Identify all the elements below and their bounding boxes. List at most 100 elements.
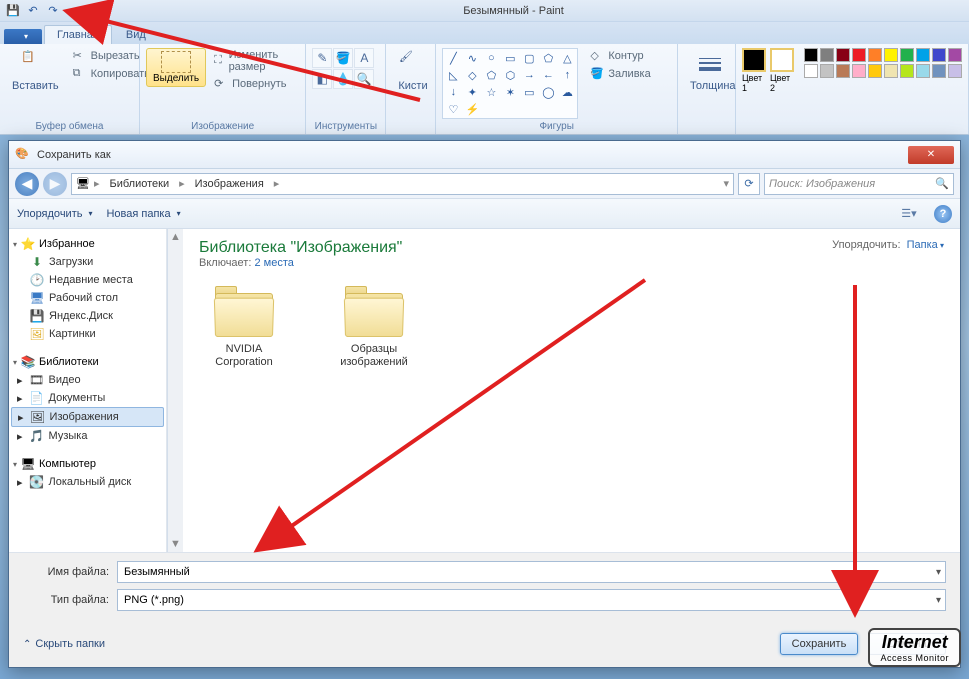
size-button[interactable]: Толщина xyxy=(684,48,742,94)
palette-color[interactable] xyxy=(820,64,834,78)
shape-oval-icon[interactable]: ○ xyxy=(482,50,500,66)
filename-dropdown-icon[interactable]: ▾ xyxy=(936,567,941,578)
breadcrumb-home-icon[interactable]: 🖥 xyxy=(76,177,90,190)
tree-video[interactable]: ▸🎞Видео xyxy=(11,371,164,389)
files-area[interactable]: NVIDIA Corporation Образцы изображений xyxy=(183,273,960,552)
palette-color[interactable] xyxy=(820,48,834,62)
folder-samples[interactable]: Образцы изображений xyxy=(329,285,419,369)
nav-forward-button[interactable]: ▶ xyxy=(43,172,67,196)
filetype-dropdown-icon[interactable]: ▾ xyxy=(936,595,941,606)
brush-button[interactable]: 🖌 Кисти xyxy=(392,48,433,94)
shape-curve-icon[interactable]: ∿ xyxy=(463,50,481,66)
palette-color[interactable] xyxy=(948,64,962,78)
tree-computer[interactable]: ▾🖥Компьютер xyxy=(11,455,164,473)
shape-pentagon-icon[interactable]: ⬠ xyxy=(482,67,500,83)
library-places-link[interactable]: 2 места xyxy=(254,257,293,269)
fill-button[interactable]: 🪣Заливка xyxy=(586,66,654,82)
new-folder-button[interactable]: Новая папка xyxy=(106,208,180,220)
select-button[interactable]: Выделить xyxy=(146,48,206,87)
shape-heart-icon[interactable]: ♡ xyxy=(444,101,462,117)
qat-undo-icon[interactable]: ↶ xyxy=(24,2,42,20)
organize-button[interactable]: Упорядочить xyxy=(17,208,92,220)
tab-home[interactable]: Главная xyxy=(44,25,112,44)
tree-images[interactable]: ▸🖼Изображения xyxy=(11,407,164,427)
color1-button[interactable]: Цвет 1 xyxy=(742,48,766,93)
tab-view[interactable]: Вид xyxy=(114,26,158,44)
sort-dropdown[interactable]: Папка xyxy=(907,239,944,251)
tree-libraries[interactable]: ▾📚Библиотеки xyxy=(11,353,164,371)
palette-color[interactable] xyxy=(884,48,898,62)
tree-pictures-fav[interactable]: 🖼Картинки xyxy=(11,325,164,343)
shape-diamond-icon[interactable]: ◇ xyxy=(463,67,481,83)
tree-yadisk[interactable]: 💾Яндекс.Диск xyxy=(11,307,164,325)
shape-uarrow-icon[interactable]: ↑ xyxy=(558,67,576,83)
resize-button[interactable]: ⛶Изменить размер xyxy=(210,48,299,74)
shape-callout-rr-icon[interactable]: ▭ xyxy=(520,84,538,100)
tree-documents[interactable]: ▸📄Документы xyxy=(11,389,164,407)
breadcrumb-libraries[interactable]: Библиотеки xyxy=(104,178,176,190)
shape-6star-icon[interactable]: ✶ xyxy=(501,84,519,100)
nav-scrollbar[interactable]: ▲▼ xyxy=(167,229,183,552)
palette-color[interactable] xyxy=(852,48,866,62)
save-button[interactable]: Сохранить xyxy=(780,633,858,655)
view-mode-button[interactable]: ☰▾ xyxy=(898,205,920,223)
shape-darrow-icon[interactable]: ↓ xyxy=(444,84,462,100)
palette-color[interactable] xyxy=(932,64,946,78)
qat-redo-icon[interactable]: ↷ xyxy=(44,2,62,20)
palette-color[interactable] xyxy=(884,64,898,78)
palette-color[interactable] xyxy=(948,48,962,62)
shape-gallery[interactable]: ╱∿○▭▢⬠△ ◺◇⬠⬡→←↑ ↓✦☆✶▭◯☁ ♡⚡ xyxy=(442,48,578,119)
shape-hexagon-icon[interactable]: ⬡ xyxy=(501,67,519,83)
tree-downloads[interactable]: ⬇Загрузки xyxy=(11,253,164,271)
text-tool[interactable]: A xyxy=(354,48,374,68)
outline-button[interactable]: ◇Контур xyxy=(586,48,654,64)
qat-save-icon[interactable]: 💾 xyxy=(4,2,22,20)
palette-color[interactable] xyxy=(836,64,850,78)
folder-nvidia[interactable]: NVIDIA Corporation xyxy=(199,285,289,369)
shape-polygon-icon[interactable]: ⬠ xyxy=(539,50,557,66)
hide-folders-button[interactable]: Скрыть папки xyxy=(23,638,105,650)
shape-callout-cloud-icon[interactable]: ☁ xyxy=(558,84,576,100)
tree-music[interactable]: ▸🎵Музыка xyxy=(11,427,164,445)
rotate-button[interactable]: ⟳Повернуть xyxy=(210,76,299,92)
tree-recent[interactable]: 🕑Недавние места xyxy=(11,271,164,289)
breadcrumb[interactable]: 🖥▸ Библиотеки▸ Изображения▸ ▾ xyxy=(71,173,734,195)
file-tab[interactable] xyxy=(4,29,42,44)
palette-color[interactable] xyxy=(916,64,930,78)
palette-color[interactable] xyxy=(900,64,914,78)
zoom-tool[interactable]: 🔍 xyxy=(354,69,374,89)
shape-4star-icon[interactable]: ✦ xyxy=(463,84,481,100)
shape-rect-icon[interactable]: ▭ xyxy=(501,50,519,66)
palette-color[interactable] xyxy=(932,48,946,62)
shape-line-icon[interactable]: ╱ xyxy=(444,50,462,66)
palette-color[interactable] xyxy=(916,48,930,62)
color2-button[interactable]: Цвет 2 xyxy=(770,48,794,93)
fill-tool[interactable]: 🪣 xyxy=(333,48,353,68)
eraser-tool[interactable]: ◧ xyxy=(312,69,332,89)
shape-roundrect-icon[interactable]: ▢ xyxy=(520,50,538,66)
breadcrumb-dropdown-icon[interactable]: ▾ xyxy=(723,177,729,190)
nav-back-button[interactable]: ◀ xyxy=(15,172,39,196)
shape-triangle-icon[interactable]: △ xyxy=(558,50,576,66)
shape-rarrow-icon[interactable]: → xyxy=(520,67,538,83)
picker-tool[interactable]: 💧 xyxy=(333,69,353,89)
search-input[interactable]: Поиск: Изображения 🔍 xyxy=(764,173,954,195)
palette-color[interactable] xyxy=(868,64,882,78)
shape-rtriangle-icon[interactable]: ◺ xyxy=(444,67,462,83)
refresh-button[interactable]: ⟳ xyxy=(738,173,760,195)
close-button[interactable]: ✕ xyxy=(908,146,954,164)
paste-button[interactable]: 📋 Вставить xyxy=(6,48,65,94)
palette-color[interactable] xyxy=(836,48,850,62)
palette-color[interactable] xyxy=(804,48,818,62)
breadcrumb-pictures[interactable]: Изображения xyxy=(189,178,270,190)
shape-callout-oval-icon[interactable]: ◯ xyxy=(539,84,557,100)
help-button[interactable]: ? xyxy=(934,205,952,223)
palette-color[interactable] xyxy=(868,48,882,62)
pencil-tool[interactable]: ✎ xyxy=(312,48,332,68)
palette-color[interactable] xyxy=(852,64,866,78)
shape-larrow-icon[interactable]: ← xyxy=(539,67,557,83)
filename-input[interactable]: Безымянный▾ xyxy=(117,561,946,583)
tree-localdisk[interactable]: ▸💽Локальный диск xyxy=(11,473,164,491)
shape-5star-icon[interactable]: ☆ xyxy=(482,84,500,100)
palette-color[interactable] xyxy=(900,48,914,62)
